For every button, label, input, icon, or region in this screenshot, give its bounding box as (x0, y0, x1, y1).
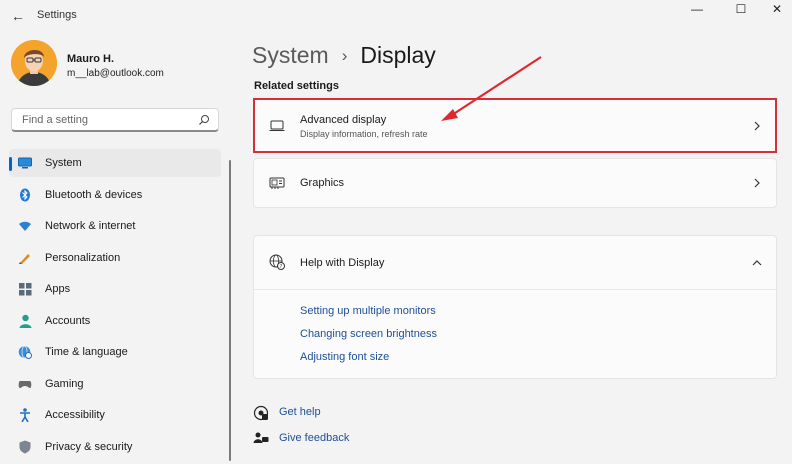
help-with-display-header[interactable]: ? Help with Display (254, 236, 776, 289)
divider (254, 289, 776, 290)
sidebar-nav: System Bluetooth & devices Network & int… (9, 149, 221, 464)
help-with-display-title: Help with Display (300, 257, 385, 269)
chevron-right-icon (754, 121, 760, 131)
help-link-multiple-monitors[interactable]: Setting up multiple monitors (300, 305, 436, 317)
sidebar-item-label: Gaming (45, 377, 84, 390)
apps-grid-icon (18, 282, 32, 296)
sidebar-item-accessibility[interactable]: Accessibility (9, 401, 221, 429)
back-arrow-icon: ← (11, 8, 25, 24)
search-icon (199, 115, 209, 125)
title-bar: ← Settings — ☐ ✕ (0, 0, 792, 32)
sidebar-item-label: Privacy & security (45, 440, 133, 453)
close-button[interactable]: ✕ (760, 0, 792, 18)
sidebar-item-apps[interactable]: Apps (9, 275, 221, 303)
help-with-display-card: ? Help with Display Setting up multiple … (253, 235, 777, 379)
get-help-icon (253, 405, 269, 421)
back-button[interactable]: ← (8, 6, 28, 26)
breadcrumb-system[interactable]: System (252, 42, 329, 69)
sidebar-item-label: System (45, 157, 82, 169)
advanced-display-card[interactable]: Advanced display Display information, re… (253, 98, 777, 153)
maximize-icon: ☐ (735, 2, 747, 16)
laptop-icon (269, 118, 285, 134)
feedback-icon (253, 432, 269, 443)
chevron-up-icon[interactable] (752, 258, 762, 268)
advanced-display-subtitle: Display information, refresh rate (300, 129, 428, 139)
sidebar-item-label: Accessibility (45, 409, 105, 421)
shield-icon (18, 440, 32, 454)
page-title: Display (360, 42, 436, 68)
close-icon: ✕ (771, 2, 783, 16)
person-icon (18, 314, 32, 328)
minimize-button[interactable]: — (680, 0, 714, 18)
gamepad-icon (18, 377, 32, 391)
user-email: m__lab@outlook.com (67, 68, 164, 79)
sidebar-item-personalization[interactable]: Personalization (9, 244, 221, 272)
get-help-link[interactable]: Get help (279, 406, 321, 418)
related-settings-heading: Related settings (254, 80, 339, 92)
user-name: Mauro H. (67, 53, 115, 65)
sidebar-item-network[interactable]: Network & internet (9, 212, 221, 240)
sidebar-item-label: Personalization (45, 251, 121, 264)
sidebar-item-label: Accounts (45, 314, 91, 327)
search-input[interactable] (20, 113, 194, 127)
advanced-display-title: Advanced display (300, 114, 387, 126)
sidebar-item-label: Network & internet (45, 220, 136, 232)
maximize-button[interactable]: ☐ (724, 0, 758, 18)
breadcrumb: System › Display (252, 42, 436, 69)
chevron-right-icon (754, 178, 760, 188)
sidebar-item-bluetooth[interactable]: Bluetooth & devices (9, 181, 221, 209)
bluetooth-icon (18, 188, 32, 202)
search-box[interactable] (11, 108, 219, 132)
help-link-screen-brightness[interactable]: Changing screen brightness (300, 328, 437, 340)
svg-text:?: ? (280, 264, 283, 270)
avatar[interactable] (11, 40, 57, 86)
graphics-title: Graphics (300, 177, 345, 189)
breadcrumb-chevron-icon: › (341, 45, 348, 65)
globe-clock-icon (18, 345, 32, 359)
sidebar-item-time-language[interactable]: Time & language (9, 338, 221, 366)
accessibility-icon (18, 408, 32, 422)
graphics-card[interactable]: Graphics (253, 158, 777, 208)
app-title: Settings (37, 9, 77, 21)
wifi-icon (18, 219, 32, 233)
sidebar-item-label: Bluetooth & devices (45, 188, 143, 201)
help-link-font-size[interactable]: Adjusting font size (300, 351, 389, 363)
sidebar-item-label: Apps (45, 283, 71, 295)
avatar-image (11, 40, 57, 86)
globe-help-icon: ? (269, 254, 285, 270)
sidebar-item-gaming[interactable]: Gaming (9, 370, 221, 398)
sidebar-item-system[interactable]: System (9, 149, 221, 177)
graphics-card-icon (269, 175, 285, 191)
sidebar-item-accounts[interactable]: Accounts (9, 307, 221, 335)
sidebar-scrollbar[interactable] (229, 160, 231, 461)
sidebar-item-privacy-security[interactable]: Privacy & security (9, 433, 221, 461)
monitor-icon (18, 156, 32, 170)
pen-brush-icon (18, 251, 32, 265)
minimize-icon: — (691, 2, 703, 16)
sidebar-item-label: Time & language (45, 346, 128, 358)
give-feedback-link[interactable]: Give feedback (279, 432, 349, 444)
